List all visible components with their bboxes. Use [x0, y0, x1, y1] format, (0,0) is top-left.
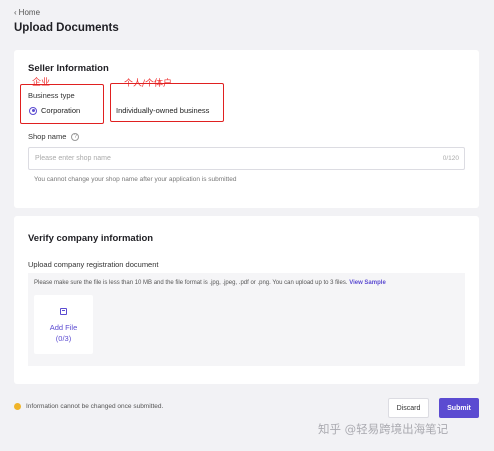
warning-icon — [14, 403, 21, 410]
radio-checked-icon — [29, 106, 37, 115]
back-link[interactable]: ‹ Home — [14, 8, 40, 17]
radio-individually-owned[interactable]: Individually-owned business — [116, 106, 209, 115]
submit-button[interactable]: Submit — [439, 398, 479, 418]
shop-name-char-count: 0/120 — [442, 155, 459, 162]
upload-note-text: Please make sure the file is less than 1… — [34, 280, 348, 286]
upload-zone: Please make sure the file is less than 1… — [28, 273, 465, 366]
image-icon — [60, 308, 67, 315]
annotation-box-corporation — [20, 84, 104, 124]
seller-information-title: Seller Information — [28, 63, 109, 74]
watermark: 知乎 @轻易跨境出海笔记 — [318, 422, 449, 436]
radio-individually-owned-label: Individually-owned business — [116, 106, 210, 115]
add-file-count: (0/3) — [55, 334, 72, 343]
add-file-button[interactable]: Add File (0/3) — [34, 295, 93, 354]
business-type-label: Business type — [28, 91, 75, 100]
view-sample-link[interactable]: View Sample — [349, 280, 386, 286]
verify-company-card: Verify company information Upload compan… — [14, 216, 479, 384]
seller-information-card: Seller Information 企业 个人/个体户 Business ty… — [14, 50, 479, 208]
shop-name-label: Shop name — [28, 132, 67, 141]
shop-name-hint: You cannot change your shop name after y… — [34, 176, 237, 183]
chevron-left-icon: ‹ — [14, 8, 17, 17]
radio-corporation[interactable]: Corporation — [29, 106, 80, 115]
footer-info: Information cannot be changed once submi… — [14, 403, 163, 410]
annotation-box-individual — [110, 83, 224, 122]
shop-name-input[interactable]: Please enter shop name 0/120 — [28, 147, 465, 170]
upload-note: Please make sure the file is less than 1… — [34, 280, 386, 286]
upload-document-label: Upload company registration document — [28, 260, 159, 269]
page-title: Upload Documents — [14, 22, 119, 34]
shop-name-placeholder: Please enter shop name — [35, 155, 111, 162]
discard-button[interactable]: Discard — [388, 398, 429, 418]
add-file-label: Add File — [49, 323, 78, 332]
back-link-label: Home — [18, 8, 41, 17]
help-icon[interactable]: ? — [71, 133, 80, 142]
radio-corporation-label: Corporation — [41, 106, 81, 115]
shop-name-label-row: Shop name ? — [28, 132, 80, 142]
footer-info-text: Information cannot be changed once submi… — [26, 403, 164, 410]
verify-company-title: Verify company information — [28, 233, 154, 244]
